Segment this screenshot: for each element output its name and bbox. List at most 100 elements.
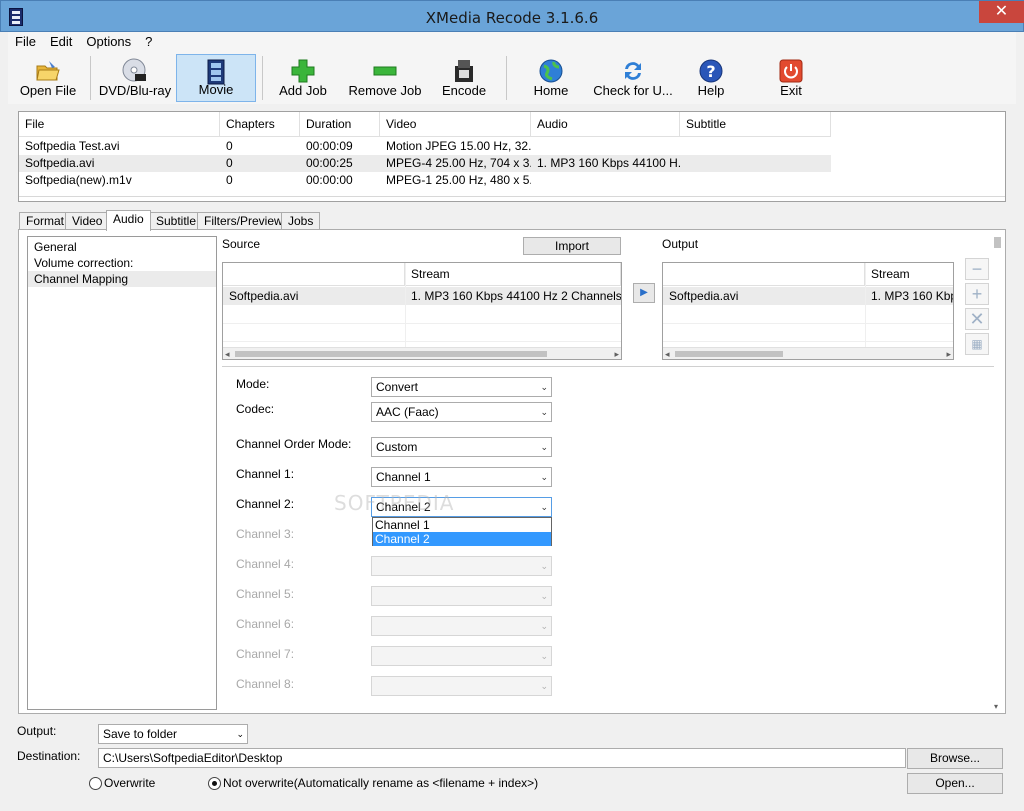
codec-label: Codec: [236,402,275,416]
column-header-audio[interactable]: Audio [531,112,680,137]
channel-4-label: Channel 4: [236,557,295,571]
not-overwrite-radio[interactable] [208,777,221,790]
dropdown-option-channel-2[interactable]: Channel 2 [373,532,551,546]
menu-edit[interactable]: Edit [43,32,79,51]
column-header-video[interactable]: Video [380,112,531,137]
chevron-down-icon: ⌄ [540,442,548,452]
codec-select[interactable]: AAC (Faac) ⌄ [371,402,552,422]
check-for-updates-button[interactable]: Check for U... [592,54,674,102]
column-header-subtitle[interactable]: Subtitle [680,112,831,137]
power-icon [779,59,803,83]
channel-8-label: Channel 8: [236,677,295,691]
table-row[interactable]: Softpedia(new).m1v 0 00:00:00 MPEG-1 25.… [19,172,831,189]
file-cell: Softpedia(new).m1v [25,173,132,187]
channel-7-select: ⌄ [371,646,552,666]
toolbar-separator [506,56,507,100]
channel-2-label: Channel 2: [236,497,295,511]
chapters-cell: 0 [226,156,233,170]
column-header-duration[interactable]: Duration [300,112,380,137]
toolbar-separator [262,56,263,100]
output-mode-label: Output: [17,724,57,738]
browse-button[interactable]: Browse... [907,748,1003,769]
toolbar-separator [90,56,91,100]
audio-cell: 1. MP3 160 Kbps 44100 H... [537,156,680,170]
channel-2-dropdown-list[interactable]: Channel 1 Channel 2 [372,517,552,546]
output-stream-grid[interactable]: Stream Softpedia.avi 1. MP3 160 Kbps ◂ ▸ [662,262,954,360]
scroll-down-arrow[interactable]: ▾ [994,702,998,711]
output-hscrollbar[interactable]: ◂ ▸ [663,347,953,359]
close-icon: ✕ [969,309,985,329]
not-overwrite-label: Not overwrite(Automatically rename as <f… [223,776,539,790]
open-file-button[interactable]: Open File [12,54,84,102]
stream-grid-button[interactable]: ▦ [965,333,989,355]
chevron-down-icon: ⌄ [540,407,548,417]
help-button[interactable]: ? Help [684,54,738,102]
add-stream-button[interactable]: + [965,283,989,305]
table-row[interactable]: Softpedia Test.avi 0 00:00:09 Motion JPE… [19,138,831,155]
destination-label: Destination: [17,749,81,763]
encode-button[interactable]: Encode [432,54,496,102]
overwrite-radio[interactable] [89,777,102,790]
output-file-header [663,263,865,286]
source-file-cell: Softpedia.avi [229,289,299,303]
tab-audio[interactable]: Audio [106,210,151,231]
channel-order-mode-label: Channel Order Mode: [236,437,352,451]
channel-order-mode-select[interactable]: Custom ⌄ [371,437,552,457]
file-list[interactable]: File Chapters Duration Video Audio Subti… [18,111,1006,202]
encode-icon [455,60,473,82]
column-header-chapters[interactable]: Chapters [220,112,300,137]
table-row[interactable]: Softpedia.avi 1. MP3 160 Kbps 44100 Hz 2… [223,287,621,305]
mode-select[interactable]: Convert ⌄ [371,377,552,397]
vertical-scrollbar[interactable]: ▾ [993,234,1003,711]
source-hscrollbar[interactable]: ◂ ▸ [223,347,621,359]
divider [222,366,994,367]
output-stream-header: Stream [865,263,953,286]
output-label: Output [662,237,699,251]
close-button[interactable]: ✕ [979,1,1024,23]
horizontal-scrollbar[interactable] [19,196,1005,201]
title-bar: XMedia Recode 3.1.6.6 ✕ [0,0,1024,32]
output-mode-select[interactable]: Save to folder ⌄ [98,724,248,744]
menu-file[interactable]: File [8,32,43,51]
remove-stream-button[interactable]: − [965,258,989,280]
import-button[interactable]: Import [523,237,621,255]
home-button[interactable]: Home [520,54,582,102]
add-stream-arrow-button[interactable]: ▶ [633,283,655,303]
dvd-bluray-button[interactable]: DVD/Blu-ray [94,54,176,102]
channel-8-select: ⌄ [371,676,552,696]
tab-filters-preview[interactable]: Filters/Preview [197,212,290,230]
tab-video[interactable]: Video [65,212,110,230]
tab-jobs[interactable]: Jobs [281,212,321,230]
plus-icon [291,59,315,83]
open-button[interactable]: Open... [907,773,1003,794]
list-item-channel-mapping[interactable]: Channel Mapping [28,271,216,287]
tab-subtitle[interactable]: Subtitle [149,212,204,230]
channel-6-label: Channel 6: [236,617,295,631]
delete-stream-button[interactable]: ✕ [965,308,989,330]
chevron-down-icon: ⌄ [236,729,244,739]
scroll-thumb[interactable] [994,237,1001,248]
source-stream-grid[interactable]: Stream Softpedia.avi 1. MP3 160 Kbps 441… [222,262,622,360]
menu-options[interactable]: Options [79,32,138,51]
channel-1-select[interactable]: Channel 1 ⌄ [371,467,552,487]
source-label: Source [222,237,261,251]
channel-3-label: Channel 3: [236,527,295,541]
folder-open-icon [36,61,60,81]
column-header-file[interactable]: File [19,112,220,137]
file-cell: Softpedia Test.avi [25,139,120,153]
add-job-button[interactable]: Add Job [270,54,336,102]
remove-job-button[interactable]: Remove Job [346,54,424,102]
table-row[interactable]: Softpedia.avi 0 00:00:25 MPEG-4 25.00 Hz… [19,155,831,172]
chevron-down-icon: ⌄ [540,382,548,392]
output-stream-cell: 1. MP3 160 Kbps [871,289,954,303]
dropdown-option-channel-1[interactable]: Channel 1 [373,518,551,532]
exit-button[interactable]: Exit [766,54,816,102]
movie-button[interactable]: Movie [176,54,256,102]
list-item-general[interactable]: General [28,239,216,255]
list-item-volume-correction[interactable]: Volume correction: [28,255,216,271]
tab-format[interactable]: Format [19,212,72,230]
destination-input[interactable]: C:\Users\SoftpediaEditor\Desktop [98,748,906,768]
menu-help[interactable]: ? [138,32,159,51]
table-row[interactable]: Softpedia.avi 1. MP3 160 Kbps [663,287,954,305]
audio-settings-list[interactable]: General Volume correction: Channel Mappi… [27,236,217,710]
